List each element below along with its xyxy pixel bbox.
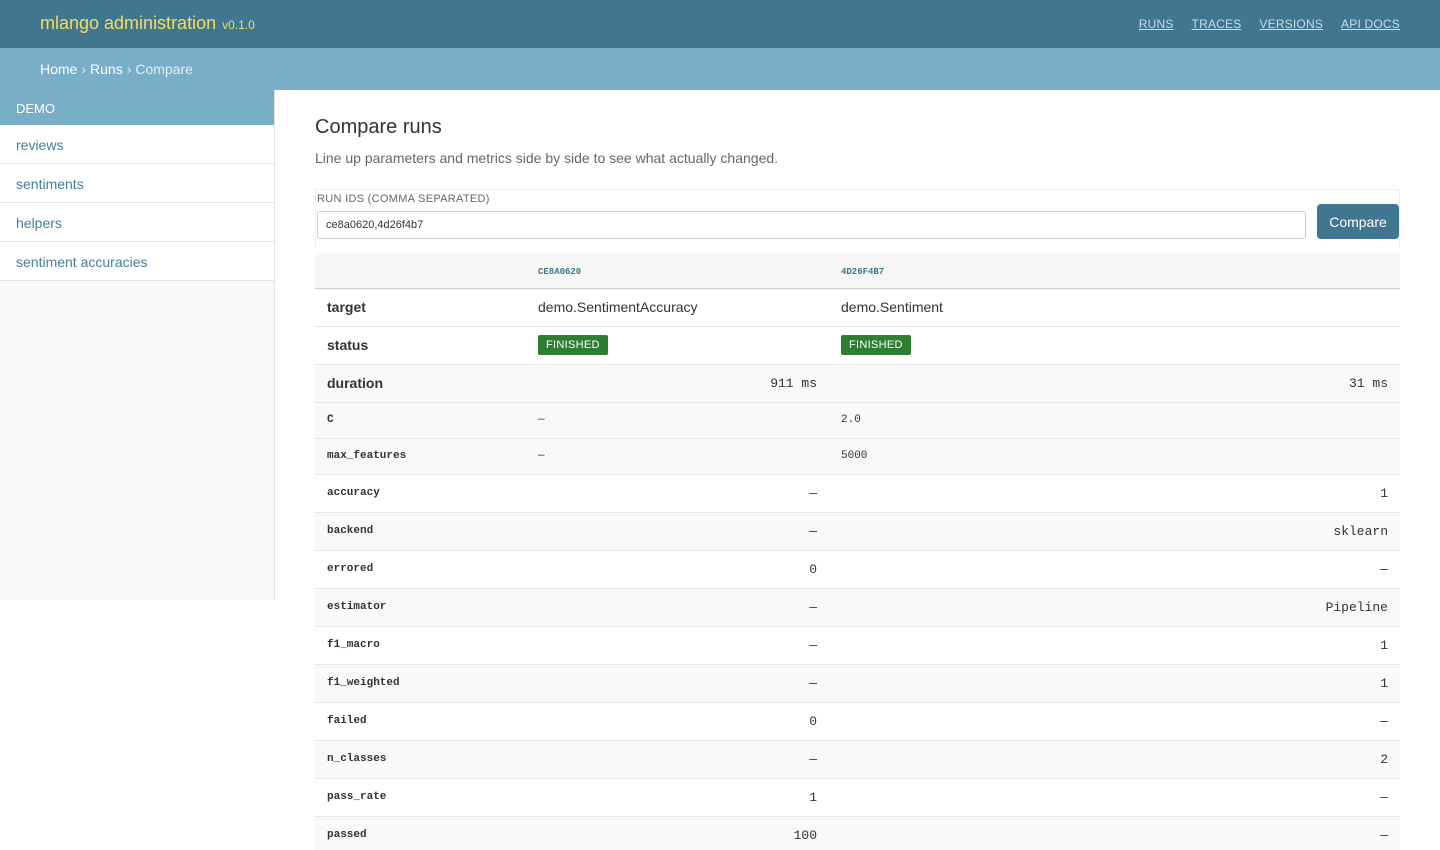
cell-run-a: — [526, 740, 829, 779]
top-nav: RUNS TRACES VERSIONS API DOCS [1139, 17, 1400, 31]
run-ids-input[interactable] [317, 211, 1306, 239]
nav-versions-link[interactable]: VERSIONS [1259, 17, 1323, 31]
table-row-metric: errored 0 — [315, 550, 1400, 589]
table-row-metric: failed 0 — [315, 702, 1400, 741]
cell-run-b: 2.0 [829, 402, 1400, 439]
cell-run-a: — [526, 402, 829, 439]
comparison-table: CE8A0620 4D26F4B7 target demo.SentimentA… [315, 253, 1400, 850]
column-header-run-b[interactable]: 4D26F4B7 [829, 253, 1400, 289]
main-content: Compare runs Line up parameters and metr… [315, 116, 1400, 850]
status-badge: FINISHED [841, 335, 911, 355]
table-row-metric: f1_macro — 1 [315, 626, 1400, 665]
breadcrumb-separator: › [126, 61, 132, 77]
breadcrumb-current: Compare [135, 61, 193, 77]
nav-traces-link[interactable]: TRACES [1192, 17, 1242, 31]
table-row-duration: duration 911 ms 31 ms [315, 364, 1400, 403]
sidebar: DEMO reviews sentiments helpers sentimen… [0, 90, 275, 600]
cell-run-b: — [829, 702, 1400, 741]
cell-run-a: 1 [526, 778, 829, 817]
row-label: failed [315, 702, 526, 741]
breadcrumb-home[interactable]: Home [40, 61, 77, 77]
row-label: backend [315, 512, 526, 551]
table-row-metric: f1_weighted — 1 [315, 664, 1400, 703]
cell-run-a: 100 [526, 816, 829, 850]
column-header-run-a[interactable]: CE8A0620 [526, 253, 829, 289]
cell-run-b: — [829, 816, 1400, 850]
row-label: estimator [315, 588, 526, 627]
top-bar: mlango administration v0.1.0 RUNS TRACES … [0, 0, 1440, 48]
row-label: n_classes [315, 740, 526, 779]
row-label: C [315, 402, 526, 439]
cell-run-b: Pipeline [829, 588, 1400, 627]
breadcrumb: Home › Runs › Compare [40, 61, 193, 77]
table-header-row: CE8A0620 4D26F4B7 [315, 253, 1400, 289]
page-subtitle: Line up parameters and metrics side by s… [315, 150, 779, 166]
brand-title: mlango administration [40, 13, 217, 33]
cell-run-b: 2 [829, 740, 1400, 779]
cell-run-a: — [526, 626, 829, 665]
table-row-metric: estimator — Pipeline [315, 588, 1400, 627]
sidebar-item-sentiments[interactable]: sentiments [0, 164, 274, 203]
cell-run-b: FINISHED [829, 326, 1400, 365]
cell-run-a: — [526, 588, 829, 627]
cell-run-a: — [526, 474, 829, 513]
table-row-metric: passed 100 — [315, 816, 1400, 850]
row-label: passed [315, 816, 526, 850]
cell-run-b: 5000 [829, 438, 1400, 475]
sidebar-item-reviews[interactable]: reviews [0, 125, 274, 164]
row-label: errored [315, 550, 526, 589]
nav-runs-link[interactable]: RUNS [1139, 17, 1174, 31]
table-row-param: max_features — 5000 [315, 438, 1400, 475]
breadcrumb-separator: › [81, 61, 87, 77]
row-label: target [315, 288, 526, 327]
cell-run-a: — [526, 438, 829, 475]
row-label: f1_weighted [315, 664, 526, 703]
compare-form: RUN IDS (COMMA SEPARATED) Compare [315, 189, 1400, 247]
nav-api-docs-link[interactable]: API DOCS [1341, 17, 1400, 31]
table-row-status: status FINISHED FINISHED [315, 326, 1400, 365]
cell-run-a: demo.SentimentAccuracy [526, 288, 829, 327]
cell-run-b: 31 ms [829, 364, 1400, 403]
cell-run-a: 0 [526, 702, 829, 741]
version-label: v0.1.0 [222, 18, 255, 32]
cell-run-a: FINISHED [526, 326, 829, 365]
table-row-target: target demo.SentimentAccuracy demo.Senti… [315, 288, 1400, 327]
cell-run-b: sklearn [829, 512, 1400, 551]
sidebar-section-title: DEMO [0, 90, 274, 125]
cell-run-a: 911 ms [526, 364, 829, 403]
row-label: pass_rate [315, 778, 526, 817]
row-label: f1_macro [315, 626, 526, 665]
cell-run-b: 1 [829, 664, 1400, 703]
cell-run-b: — [829, 778, 1400, 817]
column-header-key [315, 253, 526, 289]
status-badge: FINISHED [538, 335, 608, 355]
cell-run-a: — [526, 664, 829, 703]
row-label: status [315, 326, 526, 365]
row-label: duration [315, 364, 526, 403]
table-row-metric: pass_rate 1 — [315, 778, 1400, 817]
cell-run-a: — [526, 512, 829, 551]
breadcrumb-runs[interactable]: Runs [90, 61, 123, 77]
row-label: accuracy [315, 474, 526, 513]
compare-button[interactable]: Compare [1317, 204, 1399, 239]
site-brand[interactable]: mlango administration v0.1.0 [40, 13, 255, 34]
sidebar-item-sentiment-accuracies[interactable]: sentiment accuracies [0, 242, 274, 281]
breadcrumb-bar: Home › Runs › Compare [0, 48, 1440, 90]
cell-run-a: 0 [526, 550, 829, 589]
cell-run-b: 1 [829, 474, 1400, 513]
table-row-metric: backend — sklearn [315, 512, 1400, 551]
sidebar-item-helpers[interactable]: helpers [0, 203, 274, 242]
cell-run-b: demo.Sentiment [829, 288, 1400, 327]
cell-run-b: — [829, 550, 1400, 589]
page-title: Compare runs [315, 116, 442, 138]
row-label: max_features [315, 438, 526, 475]
table-row-param: C — 2.0 [315, 402, 1400, 439]
cell-run-b: 1 [829, 626, 1400, 665]
run-ids-label: RUN IDS (COMMA SEPARATED) [317, 193, 490, 205]
table-row-metric: accuracy — 1 [315, 474, 1400, 513]
table-row-metric: n_classes — 2 [315, 740, 1400, 779]
